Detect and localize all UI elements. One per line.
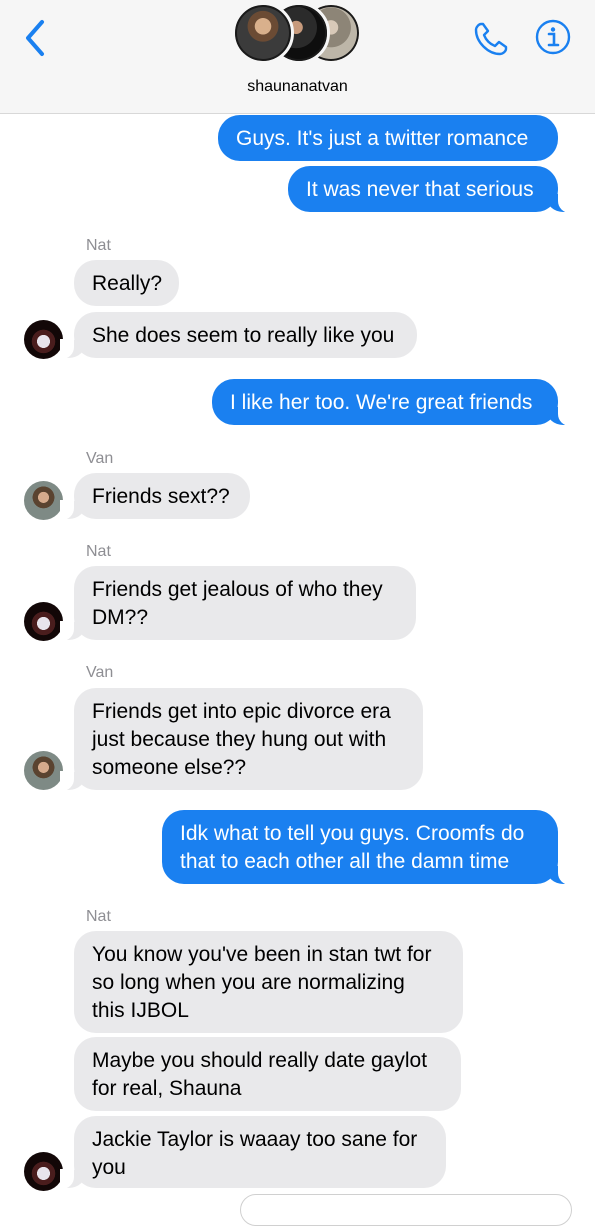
incoming-message[interactable]: Friends get into epic divorce era just b… <box>60 688 423 791</box>
incoming-message[interactable]: She does seem to really like you <box>60 312 417 359</box>
avatar[interactable] <box>24 751 63 790</box>
incoming-message[interactable]: Really? <box>74 260 179 306</box>
incoming-message[interactable]: Jackie Taylor is waaay too sane for you <box>60 1116 446 1189</box>
sender-label: Van <box>86 664 114 681</box>
outgoing-message[interactable]: Idk what to tell you guys. Croomfs do th… <box>162 810 572 885</box>
incoming-message[interactable]: Maybe you should really date gaylot for … <box>74 1037 461 1111</box>
incoming-message[interactable]: You know you've been in stan twt for so … <box>74 931 463 1033</box>
avatar[interactable] <box>24 320 63 359</box>
sender-label: Nat <box>86 543 111 560</box>
outgoing-message[interactable]: It was never that serious <box>288 166 572 213</box>
avatar[interactable] <box>24 1152 63 1191</box>
avatar[interactable] <box>24 481 63 520</box>
message-thread[interactable]: Guys. It's just a twitter romance It was… <box>0 0 595 1226</box>
message-input[interactable] <box>240 1194 572 1226</box>
avatar[interactable] <box>24 602 63 641</box>
sender-label: Van <box>86 450 114 467</box>
outgoing-message[interactable]: I like her too. We're great friends <box>212 379 572 426</box>
incoming-message[interactable]: Friends get jealous of who they DM?? <box>60 566 416 641</box>
avatar <box>232 2 294 64</box>
sender-label: Nat <box>86 237 111 254</box>
outgoing-message[interactable]: Guys. It's just a twitter romance <box>218 115 558 161</box>
group-avatars[interactable] <box>232 2 362 66</box>
sender-label: Nat <box>86 908 111 925</box>
incoming-message[interactable]: Friends sext?? <box>60 473 250 520</box>
